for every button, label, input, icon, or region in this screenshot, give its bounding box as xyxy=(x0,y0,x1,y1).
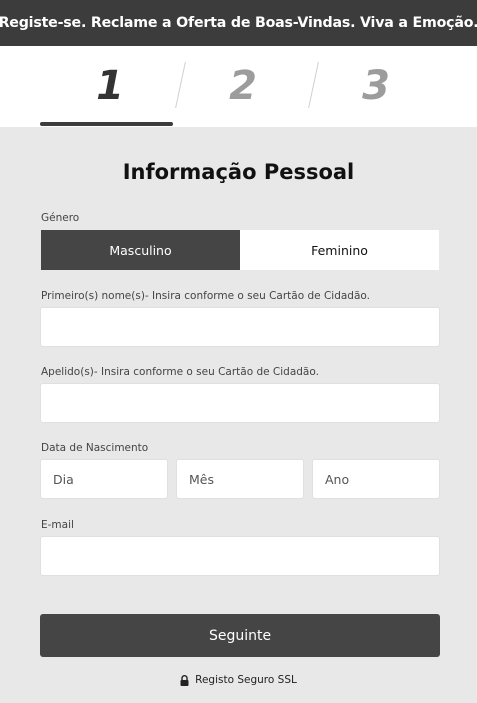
step-divider xyxy=(308,62,319,108)
step-3: 3 xyxy=(362,63,390,109)
next-button[interactable]: Seguinte xyxy=(40,614,440,657)
surname-input[interactable] xyxy=(40,383,440,423)
gender-female-button[interactable]: Feminino xyxy=(240,230,439,270)
ssl-text: Registo Seguro SSL xyxy=(195,674,297,686)
ssl-notice: Registo Seguro SSL xyxy=(0,674,477,686)
birth-month-input[interactable] xyxy=(176,459,304,499)
promo-banner: Registe-se. Reclame a Oferta de Boas-Vin… xyxy=(0,0,477,46)
birth-day-input[interactable] xyxy=(40,459,168,499)
promo-banner-text: Registe-se. Reclame a Oferta de Boas-Vin… xyxy=(0,15,477,31)
step-divider xyxy=(175,62,186,108)
email-input[interactable] xyxy=(40,536,440,576)
page-title: Informação Pessoal xyxy=(122,160,355,184)
surname-label: Apelido(s)- Insira conforme o seu Cartão… xyxy=(41,366,319,378)
step-1: 1 xyxy=(96,63,124,109)
gender-label: Género xyxy=(41,212,80,224)
gender-male-button[interactable]: Masculino xyxy=(41,230,240,270)
lock-icon xyxy=(180,674,189,686)
first-name-label: Primeiro(s) nome(s)- Insira conforme o s… xyxy=(41,290,370,302)
gender-toggle: Masculino Feminino xyxy=(41,230,439,270)
first-name-input[interactable] xyxy=(40,307,440,347)
birth-date-label: Data de Nascimento xyxy=(41,442,149,454)
step-2: 2 xyxy=(229,63,257,109)
active-step-indicator xyxy=(40,122,173,126)
birth-year-input[interactable] xyxy=(312,459,440,499)
email-label: E-mail xyxy=(41,519,74,531)
step-indicator: 1 2 3 xyxy=(0,46,477,127)
